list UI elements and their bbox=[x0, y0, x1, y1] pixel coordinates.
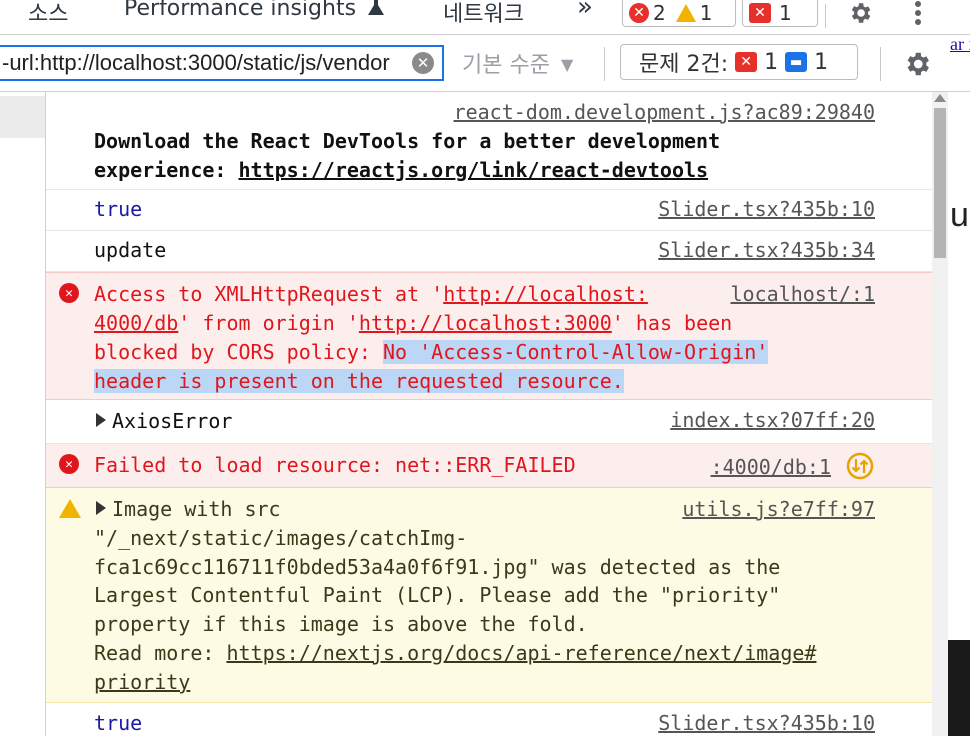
nextjs-docs-link[interactable]: https://nextjs.org/docs/api-reference/ne… bbox=[226, 641, 816, 665]
network-request-icon[interactable] bbox=[845, 451, 875, 481]
issues-count: 1 bbox=[779, 1, 792, 25]
tab-performance-insights-label: Performance insights bbox=[124, 0, 357, 21]
tab-sources[interactable]: 소스 bbox=[28, 0, 68, 28]
expandable-object[interactable]: AxiosError bbox=[96, 407, 232, 436]
warning-icon bbox=[675, 4, 696, 22]
error-warning-counter[interactable]: ✕ 2 1 bbox=[622, 0, 736, 27]
message-text: update bbox=[94, 238, 167, 262]
console-messages: react-dom.development.js?ac89:29840 Down… bbox=[45, 92, 933, 736]
selected-text: No 'Access-Control-Allow-Origin' bbox=[382, 340, 769, 364]
tab-performance-insights[interactable]: Performance insights bbox=[124, 0, 385, 21]
message-text: "/_next/static/images/catchImg- bbox=[94, 526, 468, 550]
nextjs-docs-link-continued[interactable]: priority bbox=[94, 668, 190, 697]
expandable-message[interactable]: Image with src bbox=[96, 495, 281, 524]
sidebar-selected-item[interactable] bbox=[0, 96, 45, 138]
toolbar-divider bbox=[604, 47, 605, 81]
react-devtools-link[interactable]: https://reactjs.org/link/react-devtools bbox=[239, 158, 709, 182]
issue-message-icon: ▬ bbox=[785, 52, 808, 72]
message-source-link[interactable]: :4000/db:1 bbox=[711, 453, 831, 482]
kebab-menu-icon[interactable] bbox=[908, 0, 928, 28]
console-message: react-dom.development.js?ac89:29840 Down… bbox=[46, 92, 933, 190]
message-text: Failed to load resource: net::ERR_FAILED bbox=[94, 453, 576, 477]
console-settings-gear-icon[interactable] bbox=[902, 49, 932, 79]
selected-text: header is present on the requested resou… bbox=[94, 369, 624, 393]
message-source-link[interactable]: utils.js?e7ff:97 bbox=[682, 495, 875, 524]
warning-icon bbox=[59, 499, 81, 518]
issues-error-count: 1 bbox=[764, 49, 779, 75]
devtools-tab-bar: 소스 Performance insights 네트워크 » ✕ 2 1 ✕ 1 bbox=[0, 0, 970, 35]
tab-network[interactable]: 네트워크 bbox=[443, 0, 524, 28]
flask-icon bbox=[368, 0, 385, 15]
message-source-link[interactable]: Slider.tsx?435b:34 bbox=[658, 236, 875, 265]
page-image-fragment bbox=[948, 640, 970, 736]
message-source-link[interactable]: react-dom.development.js?ac89:29840 bbox=[454, 98, 875, 127]
filter-input[interactable] bbox=[2, 50, 407, 76]
log-levels-label: 기본 수준 bbox=[462, 53, 550, 78]
message-source-link[interactable]: localhost/:1 bbox=[731, 280, 876, 309]
settings-gear-icon[interactable] bbox=[846, 0, 874, 26]
console-error-message: ✕ Failed to load resource: net::ERR_FAIL… bbox=[46, 444, 933, 488]
console-message: true Slider.tsx?435b:10 bbox=[46, 703, 933, 736]
clear-filter-icon[interactable]: ✕ bbox=[412, 52, 434, 74]
filter-box[interactable]: ✕ bbox=[0, 45, 444, 81]
page-text-fragment: u bbox=[950, 196, 969, 234]
message-text: Download the React DevTools for a better… bbox=[94, 129, 721, 153]
page-link-fragment[interactable]: ar i bbox=[950, 34, 970, 55]
message-source-link[interactable]: Slider.tsx?435b:10 bbox=[658, 709, 875, 736]
message-source-link[interactable]: index.tsx?07ff:20 bbox=[670, 406, 875, 435]
error-icon: ✕ bbox=[629, 3, 649, 23]
error-count: 2 bbox=[653, 1, 666, 25]
scrollbar-thumb[interactable] bbox=[934, 108, 946, 258]
console-warning-message: Image with src utils.js?e7ff:97 "/_next/… bbox=[46, 488, 933, 703]
message-text: 4000/db' from origin 'http://localhost:3… bbox=[94, 311, 733, 335]
issues-label: 문제 2건: bbox=[639, 52, 729, 77]
error-icon: ✕ bbox=[59, 283, 79, 303]
error-icon: ✕ bbox=[59, 454, 79, 474]
message-value: true bbox=[94, 711, 143, 735]
message-text: Largest Contentful Paint (LCP). Please a… bbox=[94, 583, 781, 607]
issues-button[interactable]: 문제 2건: ✕ 1 ▬ 1 bbox=[620, 44, 858, 80]
message-text: Read more: https://nextjs.org/docs/api-r… bbox=[94, 641, 817, 665]
toolbar-divider bbox=[880, 47, 881, 81]
message-text: blocked by CORS policy: No 'Access-Contr… bbox=[94, 340, 769, 364]
expand-triangle-icon bbox=[96, 501, 106, 515]
message-text: Access to XMLHttpRequest at 'http://loca… bbox=[94, 282, 648, 306]
message-text: fca1c69cc116711f0bded53a4a0f6f91.jpg" wa… bbox=[94, 555, 781, 579]
issues-counter[interactable]: ✕ 1 bbox=[742, 0, 818, 27]
console-error-message: ✕ Access to XMLHttpRequest at 'http://lo… bbox=[46, 272, 933, 400]
message-text: header is present on the requested resou… bbox=[94, 367, 624, 396]
message-source-link[interactable]: Slider.tsx?435b:10 bbox=[658, 195, 875, 224]
message-text: experience: https://reactjs.org/link/rea… bbox=[94, 158, 709, 182]
issue-error-icon: ✕ bbox=[735, 52, 758, 72]
console-sidebar bbox=[0, 92, 45, 736]
console-message: update Slider.tsx?435b:34 bbox=[46, 231, 933, 272]
scroll-up-arrow-icon[interactable] bbox=[934, 94, 946, 102]
dropdown-arrow-icon: ▼ bbox=[560, 55, 574, 74]
message-value: true bbox=[94, 197, 143, 221]
message-text: property if this image is above the fold… bbox=[94, 612, 588, 636]
log-levels-dropdown[interactable]: 기본 수준 ▼ bbox=[462, 47, 573, 79]
expand-triangle-icon bbox=[96, 413, 106, 427]
tab-divider bbox=[825, 4, 826, 28]
console-message: AxiosError index.tsx?07ff:20 bbox=[46, 400, 933, 444]
warning-count: 1 bbox=[699, 1, 713, 25]
issue-error-icon: ✕ bbox=[749, 3, 771, 23]
console-message: true Slider.tsx?435b:10 bbox=[46, 190, 933, 231]
issues-message-count: 1 bbox=[814, 49, 829, 75]
more-tabs-button[interactable]: » bbox=[577, 0, 593, 22]
console-toolbar: ✕ 기본 수준 ▼ 문제 2건: ✕ 1 ▬ 1 bbox=[0, 35, 970, 92]
